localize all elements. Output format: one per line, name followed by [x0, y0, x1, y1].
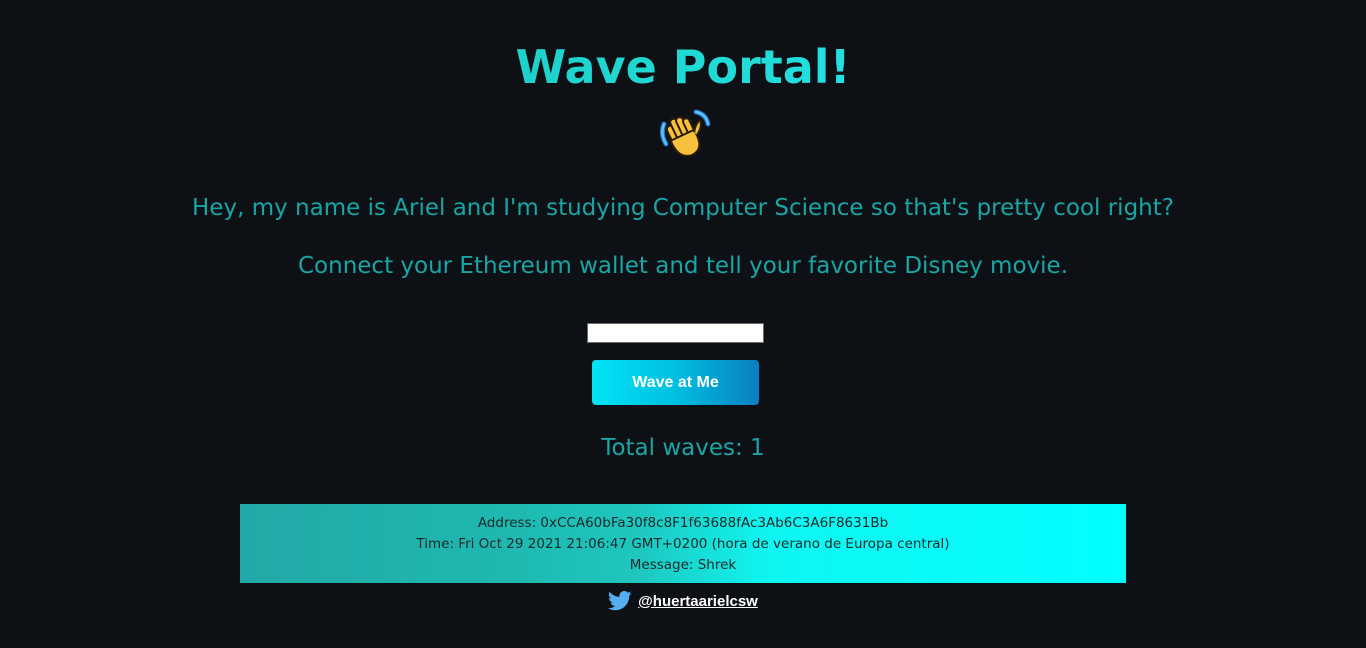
- wave-time: Time: Fri Oct 29 2021 21:06:47 GMT+0200 …: [416, 536, 950, 552]
- waving-hand-icon: [659, 109, 711, 157]
- wave-at-me-button[interactable]: Wave at Me: [592, 360, 759, 405]
- bio-intro-text: Hey, my name is Ariel and I'm studying C…: [192, 195, 1174, 221]
- twitter-handle-link[interactable]: @huertaarielcsw: [638, 593, 758, 610]
- favorite-movie-input[interactable]: [587, 323, 764, 343]
- page-title: Wave Portal!: [0, 38, 1366, 96]
- wave-message: Message: Shrek: [629, 557, 737, 573]
- wave-card: Address: 0xCCA60bFa30f8c8F1f63688fAc3Ab6…: [240, 504, 1126, 583]
- wave-address: Address: 0xCCA60bFa30f8c8F1f63688fAc3Ab6…: [477, 515, 889, 531]
- total-waves-counter: Total waves: 1: [601, 435, 765, 461]
- twitter-footer: @huertaarielcsw: [0, 589, 1366, 613]
- wave-portal-page: Wave Portal! Hey, my name is Ariel and I…: [0, 0, 1366, 648]
- twitter-bird-icon: [608, 591, 632, 611]
- bio-instructions-text: Connect your Ethereum wallet and tell yo…: [297, 253, 1069, 279]
